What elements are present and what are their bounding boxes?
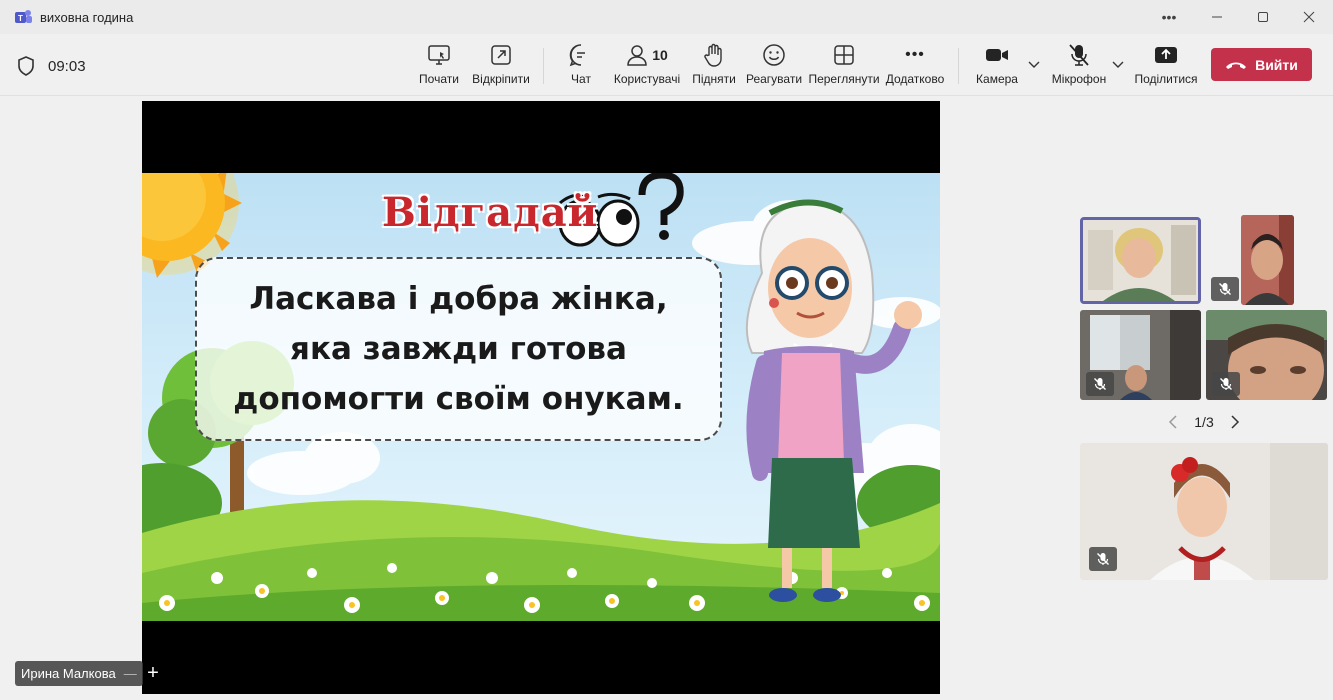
camera-icon [986, 49, 1008, 61]
meeting-timer: 09:03 [48, 58, 86, 75]
chevron-right-icon[interactable] [1230, 415, 1240, 429]
muted-badge [1089, 547, 1117, 571]
participant-video [1083, 220, 1198, 301]
mic-off-icon [1220, 378, 1232, 390]
camera-button[interactable]: Камера [972, 42, 1022, 92]
pop-out-label: Відкріпити [472, 72, 530, 86]
mic-options-chevron-icon[interactable] [1112, 61, 1124, 69]
maximize-icon [1258, 12, 1268, 22]
more-label: Додатково [885, 72, 945, 86]
react-button[interactable]: Реагувати [744, 42, 804, 92]
participant-video [1080, 443, 1328, 580]
minimize-button[interactable] [1197, 5, 1237, 29]
muted-badge [1211, 277, 1239, 301]
chevron-left-icon[interactable] [1168, 415, 1178, 429]
share-start-label: Почати [419, 72, 459, 86]
participant-tile[interactable] [1206, 310, 1327, 400]
more-icon: ••• [905, 46, 925, 63]
add-content-button[interactable]: + [143, 662, 163, 684]
participant-video [1241, 215, 1294, 305]
people-label: Користувачі [613, 72, 681, 86]
react-icon [763, 44, 785, 66]
more-actions-button[interactable]: ••• Додатково [884, 42, 946, 92]
participant-pager: 1/3 [1168, 411, 1240, 433]
shared-content-stage: Відгадай Ласкава і добра жінка, яка завж… [142, 101, 940, 694]
share-tray-icon [1155, 47, 1177, 63]
pager-label: 1/3 [1194, 414, 1214, 430]
shield-icon [18, 56, 34, 76]
mic-off-icon [1094, 378, 1106, 390]
teams-icon: T [15, 10, 32, 23]
presenter-name-tag: Ирина Малкова — [15, 661, 143, 686]
mic-off-icon [1097, 553, 1109, 565]
title-bar: T виховна година ••• [0, 0, 1333, 34]
chat-label: Чат [571, 72, 591, 86]
share-button[interactable]: Поділитися [1134, 42, 1198, 92]
meeting-toolbar: 09:03 Почати Відкріпити Чат 10 Користува… [0, 34, 1333, 96]
mic-off-icon [1069, 44, 1089, 66]
svg-text:T: T [18, 14, 23, 23]
people-count: 10 [652, 47, 668, 63]
participant-tile[interactable] [1080, 443, 1328, 580]
close-button[interactable] [1289, 5, 1329, 29]
minimize-icon [1212, 16, 1222, 18]
pop-out-button[interactable]: Відкріпити [470, 42, 532, 92]
toolbar-divider [958, 48, 959, 84]
riddle-speech-bubble: Ласкава і добра жінка, яка завжди готова… [195, 257, 722, 441]
share-start-button[interactable]: Почати [415, 42, 463, 92]
minimize-dash-icon[interactable]: — [124, 666, 137, 681]
share-screen-icon [428, 45, 450, 65]
toolbar-divider [543, 48, 544, 84]
camera-options-chevron-icon[interactable] [1028, 61, 1040, 69]
leave-button[interactable]: Вийти [1211, 48, 1312, 81]
view-label: Переглянути [808, 72, 880, 86]
participant-tile[interactable] [1080, 310, 1201, 400]
presenter-name: Ирина Малкова [21, 666, 116, 681]
window-title: виховна година [40, 10, 134, 25]
mic-off-icon [1219, 283, 1231, 295]
react-label: Реагувати [745, 72, 803, 86]
pop-out-icon [491, 45, 511, 65]
more-options-button[interactable]: ••• [1149, 5, 1189, 29]
close-icon [1303, 11, 1315, 23]
more-icon: ••• [1161, 9, 1177, 25]
chat-button[interactable]: Чат [562, 42, 600, 92]
participant-tile-active-speaker[interactable] [1080, 217, 1201, 304]
presentation-slide: Відгадай Ласкава і добра жінка, яка завж… [142, 173, 940, 621]
raise-hand-icon [704, 43, 722, 67]
leave-label: Вийти [1255, 56, 1298, 73]
chat-icon [569, 44, 585, 67]
share-label: Поділитися [1134, 72, 1198, 86]
maximize-button[interactable] [1243, 5, 1283, 29]
participant-tile[interactable] [1241, 215, 1294, 305]
muted-badge [1212, 372, 1240, 396]
muted-badge [1086, 372, 1114, 396]
people-icon [627, 45, 647, 66]
camera-label: Камера [976, 72, 1018, 86]
view-button[interactable]: Переглянути [808, 42, 880, 92]
view-icon [834, 45, 854, 65]
slide-title: Відгадай [382, 189, 599, 236]
mic-button[interactable]: Мікрофон [1048, 42, 1110, 92]
raise-hand-label: Підняти [692, 72, 736, 86]
riddle-text: Ласкава і добра жінка, яка завжди готова… [233, 281, 684, 417]
people-button[interactable]: 10 Користувачі [613, 42, 681, 92]
raise-hand-button[interactable]: Підняти [690, 42, 738, 92]
mic-label: Мікрофон [1051, 72, 1107, 86]
phone-hangup-icon [1226, 62, 1247, 69]
